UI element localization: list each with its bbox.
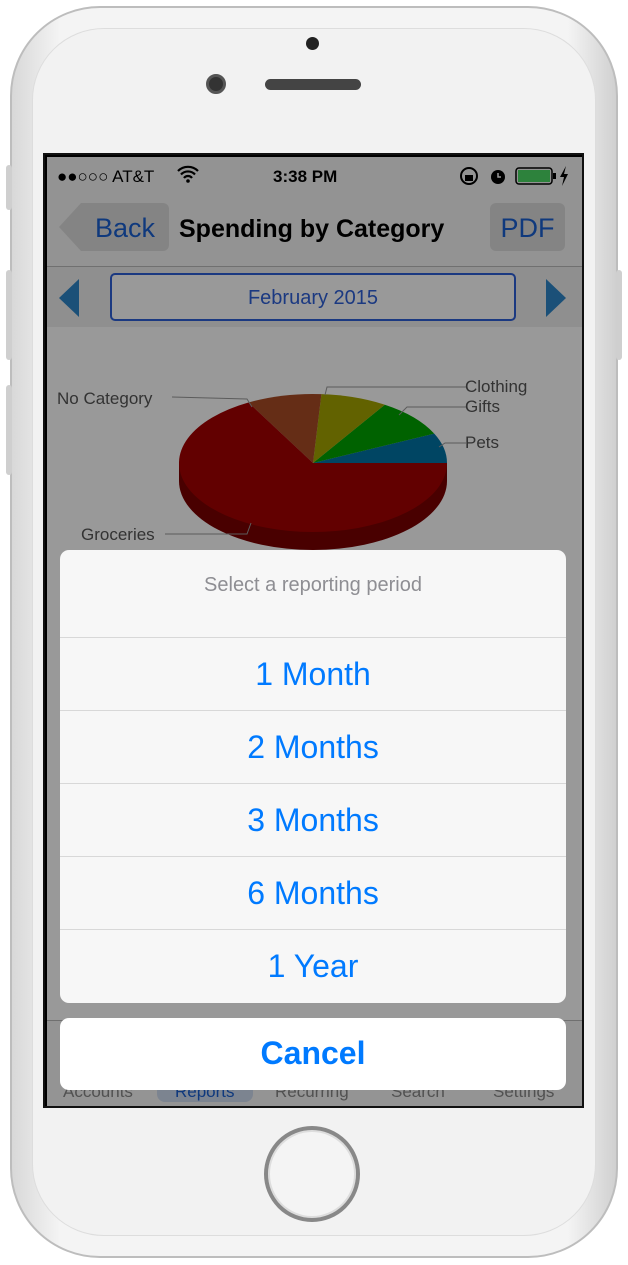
earpiece-speaker <box>265 79 361 90</box>
option-6-months[interactable]: 6 Months <box>60 857 566 930</box>
sensor <box>306 37 319 50</box>
front-camera <box>206 74 226 94</box>
action-sheet: Select a reporting period 1 Month 2 Mont… <box>60 550 566 1003</box>
power-button <box>616 270 622 360</box>
app: ●●○○○ AT&T 3:38 PM Back Spending by Cate… <box>47 157 582 1106</box>
home-button[interactable] <box>264 1126 360 1222</box>
volume-up-button <box>6 270 12 360</box>
option-2-months[interactable]: 2 Months <box>60 711 566 784</box>
action-sheet-title: Select a reporting period <box>60 550 566 638</box>
mute-switch <box>6 165 12 210</box>
option-1-year[interactable]: 1 Year <box>60 930 566 1003</box>
cancel-button[interactable]: Cancel <box>60 1018 566 1090</box>
option-3-months[interactable]: 3 Months <box>60 784 566 857</box>
option-1-month[interactable]: 1 Month <box>60 638 566 711</box>
screen: ●●○○○ AT&T 3:38 PM Back Spending by Cate… <box>43 153 584 1108</box>
volume-down-button <box>6 385 12 475</box>
